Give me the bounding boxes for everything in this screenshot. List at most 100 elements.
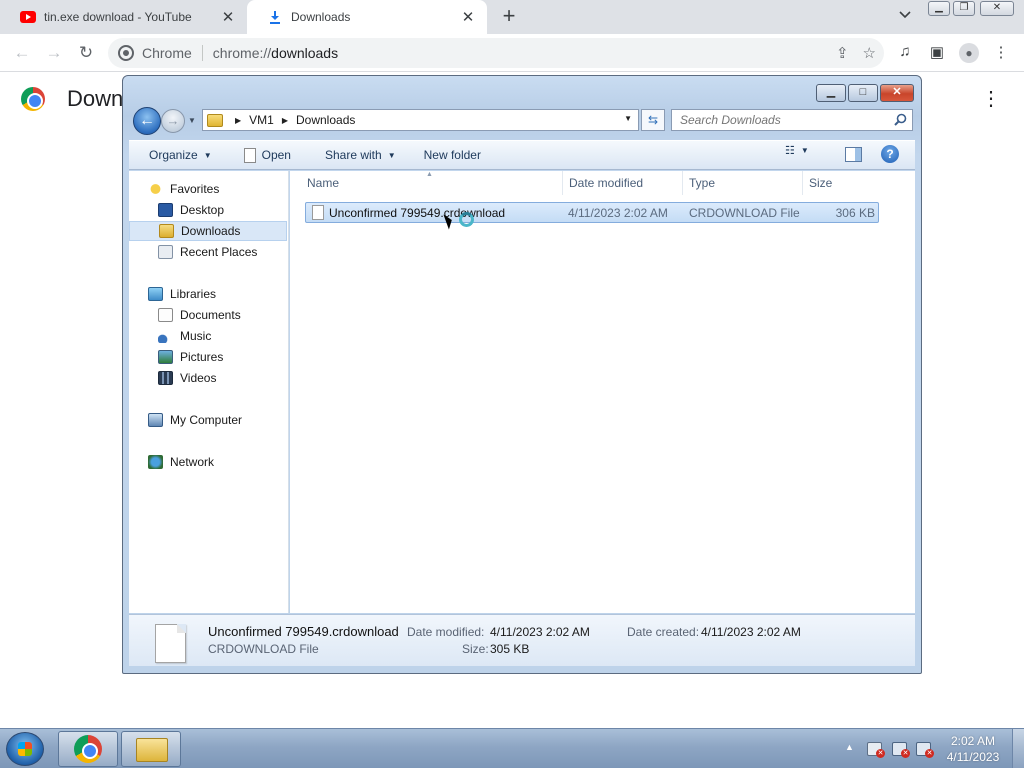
url-scheme: chrome:// (212, 45, 272, 61)
chevron-down-icon[interactable] (896, 8, 914, 26)
nav-pictures[interactable]: Pictures (129, 347, 287, 367)
details-file-name: Unconfirmed 799549.crdownload (208, 624, 399, 639)
nav-recent-places[interactable]: Recent Places (129, 242, 287, 262)
tab-youtube[interactable]: tin.exe download - YouTube ✕ (0, 0, 247, 34)
details-modified-label: Date modified: (407, 625, 485, 639)
breadcrumb-arrow-icon[interactable]: ▶ (235, 116, 241, 125)
kebab-menu-icon[interactable]: ⋮ (981, 86, 1001, 112)
system-clock[interactable]: 2:02 AM 4/11/2023 (940, 733, 1006, 765)
nav-label: My Computer (170, 413, 243, 427)
preview-pane-icon[interactable] (845, 147, 862, 162)
maximize-button[interactable]: □ (848, 84, 878, 102)
column-header-size[interactable]: Size (803, 171, 883, 195)
close-icon[interactable]: ✕ (459, 8, 477, 26)
tab-strip: tin.exe download - YouTube ✕ Downloads ✕… (0, 0, 1024, 34)
show-hidden-icons-icon[interactable]: ▲ (845, 742, 854, 752)
nav-my-computer[interactable]: My Computer (129, 410, 287, 430)
forward-arrow-icon[interactable]: → (42, 41, 66, 65)
documents-icon (158, 308, 173, 322)
minimize-button[interactable]: ▁ (816, 84, 846, 102)
nav-label: Music (180, 329, 212, 343)
back-arrow-icon[interactable]: ← (133, 107, 161, 135)
nav-music[interactable]: Music (129, 326, 287, 346)
tab-downloads[interactable]: Downloads ✕ (247, 0, 487, 34)
search-input[interactable] (680, 113, 880, 127)
side-panel-icon[interactable]: ▣ (926, 43, 948, 63)
back-arrow-icon[interactable]: ← (10, 41, 34, 65)
taskbar-explorer-button[interactable] (121, 731, 181, 767)
column-header-date-modified[interactable]: Date modified (563, 171, 683, 195)
open-button[interactable]: Open (234, 143, 301, 167)
bookmark-star-icon[interactable]: ☆ (863, 44, 876, 62)
nav-label: Libraries (170, 287, 217, 301)
taskbar: ▲ ✕ ✕ ✕ 2:02 AM 4/11/2023 (0, 728, 1024, 768)
chevron-down-icon[interactable]: ▼ (624, 114, 632, 123)
new-folder-button[interactable]: New folder (414, 143, 491, 167)
nav-downloads[interactable]: Downloads (129, 221, 287, 241)
explorer-address-bar[interactable]: ▶ VM1 ▶ Downloads ▼ (202, 109, 639, 131)
share-icon[interactable]: ⇪ (836, 44, 849, 62)
share-with-label: Share with (324, 148, 382, 162)
network-icon (148, 455, 163, 469)
navigation-pane: Favorites Desktop Downloads Recent Place… (129, 171, 289, 613)
chevron-down-icon: ▼ (387, 150, 396, 160)
search-field[interactable] (671, 109, 913, 131)
file-icon (155, 624, 186, 663)
change-view-button[interactable]: ☷ ▼ (785, 144, 809, 157)
file-name: Unconfirmed 799549.crdownload (329, 206, 506, 220)
window-minimize-button[interactable]: ▁ (928, 1, 950, 16)
details-modified-value: 4/11/2023 2:02 AM (490, 625, 590, 639)
start-button[interactable] (6, 732, 44, 766)
new-folder-label: New folder (423, 148, 481, 162)
nav-videos[interactable]: Videos (129, 368, 287, 388)
chrome-icon (74, 735, 102, 763)
address-bar[interactable]: Chrome chrome://downloads ⇪ ☆ (108, 38, 884, 68)
close-icon[interactable]: ✕ (219, 8, 237, 26)
windows-explorer-icon (136, 738, 168, 762)
close-button[interactable]: ✕ (880, 84, 914, 102)
volume-muted-icon[interactable]: ✕ (916, 742, 934, 758)
details-view-icon: ☷ (785, 145, 795, 157)
organize-label: Organize (149, 148, 198, 162)
nav-label: Pictures (180, 350, 224, 364)
organize-button[interactable]: Organize ▼ (139, 143, 222, 167)
share-with-button[interactable]: Share with ▼ (315, 143, 406, 167)
open-label: Open (261, 148, 291, 162)
breadcrumb-vm1[interactable]: VM1 (249, 113, 274, 127)
profile-avatar-icon[interactable]: ● (958, 43, 980, 63)
action-center-flag-icon[interactable]: ✕ (867, 742, 885, 758)
clock-time: 2:02 AM (950, 734, 996, 748)
forward-arrow-icon[interactable]: → (161, 109, 185, 133)
search-icon[interactable] (894, 113, 907, 126)
network-status-icon[interactable]: ✕ (892, 742, 910, 758)
window-close-button[interactable]: ✕ (980, 1, 1014, 16)
nav-desktop[interactable]: Desktop (129, 200, 287, 220)
window-restore-button[interactable]: ❐ (953, 1, 975, 16)
details-file-type: CRDOWNLOAD File (208, 642, 319, 656)
clock-date: 4/11/2023 (946, 750, 1000, 764)
nav-libraries[interactable]: Libraries (129, 284, 287, 304)
details-pane: Unconfirmed 799549.crdownload CRDOWNLOAD… (129, 614, 915, 666)
taskbar-chrome-button[interactable] (58, 731, 118, 767)
refresh-icon[interactable]: ⇆ (641, 109, 665, 131)
recent-pages-chevron-icon[interactable]: ▼ (188, 116, 196, 125)
show-desktop-button[interactable] (1012, 729, 1024, 768)
kebab-menu-icon[interactable]: ⋮ (990, 43, 1012, 63)
videos-icon (158, 371, 173, 385)
file-row[interactable]: Unconfirmed 799549.crdownload 4/11/2023 … (305, 202, 879, 230)
nav-network[interactable]: Network (129, 452, 287, 472)
details-created-label: Date created: (627, 625, 700, 639)
file-type: CRDOWNLOAD File (689, 206, 800, 220)
explorer-window: ▁ □ ✕ ← → ▼ ▶ VM1 ▶ Downloads ▼ ⇆ Organi… (122, 75, 922, 674)
new-tab-button[interactable]: + (497, 5, 521, 28)
reload-icon[interactable]: ↻ (74, 41, 98, 65)
breadcrumb-downloads[interactable]: Downloads (296, 113, 355, 127)
nav-documents[interactable]: Documents (129, 305, 287, 325)
download-icon (266, 9, 283, 26)
column-header-type[interactable]: Type (683, 171, 803, 195)
media-controls-icon[interactable]: ♫ (894, 43, 916, 63)
help-icon[interactable]: ? (881, 145, 899, 163)
nav-favorites[interactable]: Favorites (129, 179, 287, 199)
breadcrumb-arrow-icon[interactable]: ▶ (282, 116, 288, 125)
chevron-down-icon: ▼ (800, 146, 809, 155)
